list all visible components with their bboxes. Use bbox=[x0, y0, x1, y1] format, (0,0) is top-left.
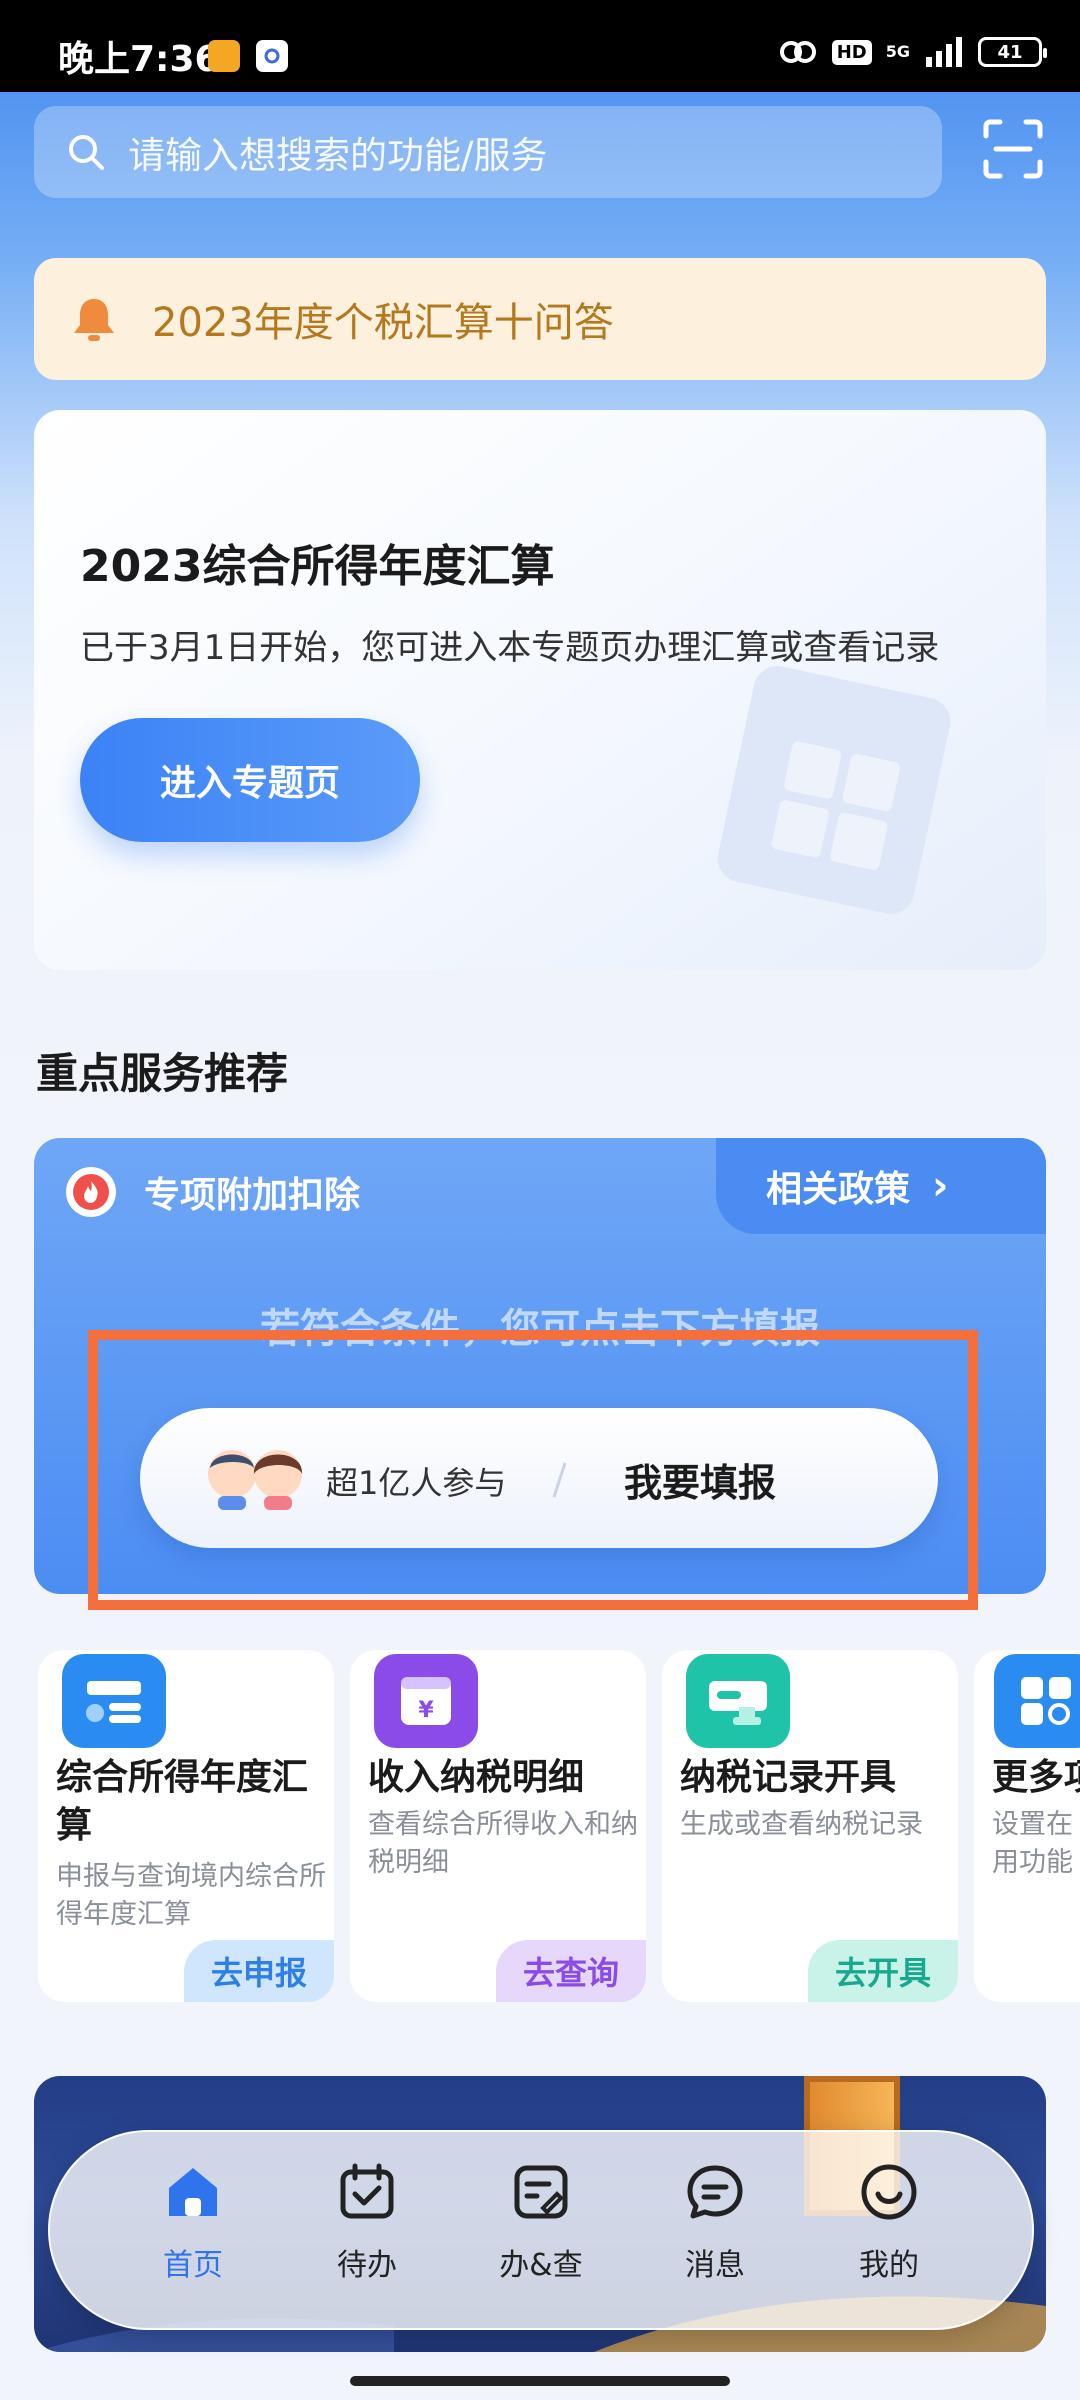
network-label: 5G bbox=[885, 42, 910, 61]
nav-label: 我的 bbox=[859, 2248, 919, 2283]
nav-label: 消息 bbox=[685, 2248, 745, 2283]
related-policy-link[interactable]: 相关政策 › bbox=[716, 1138, 1046, 1234]
nav-todo[interactable]: 待办 bbox=[292, 2160, 442, 2310]
tile-tax-record[interactable]: 纳税记录开具 生成或查看纳税记录 去开具 bbox=[662, 1650, 958, 2002]
tile-annual-settlement[interactable]: 综合所得年度汇算 申报与查询境内综合所得年度汇算 去申报 bbox=[38, 1650, 334, 2002]
tile-description: 申报与查询境内综合所得年度汇算 bbox=[56, 1861, 326, 1930]
service-tiles: 综合所得年度汇算 申报与查询境内综合所得年度汇算 去申报 ¥ 收入纳税明细 查看… bbox=[0, 1650, 1080, 2010]
card-description: 已于3月1日开始，您可进入本专题页办理汇算或查看记录 bbox=[80, 628, 940, 668]
nav-handle-query[interactable]: 办&查 bbox=[466, 2160, 616, 2310]
tile-income-details[interactable]: ¥ 收入纳税明细 查看综合所得收入和纳税明细 去查询 bbox=[350, 1650, 646, 2002]
hd-badge: HD bbox=[831, 39, 872, 65]
declaration-icon bbox=[62, 1654, 166, 1748]
nav-label: 首页 bbox=[163, 2248, 223, 2283]
tile-description: 设置在用功能 bbox=[992, 1809, 1073, 1878]
tile-more[interactable]: 更多项 设置在用功能 bbox=[974, 1650, 1080, 2002]
annual-settlement-card: 2023综合所得年度汇算 已于3月1日开始，您可进入本专题页办理汇算或查看记录 … bbox=[34, 410, 1046, 970]
battery-indicator: 41 bbox=[978, 37, 1047, 67]
promo-tag: 专项附加扣除 bbox=[66, 1166, 360, 1218]
card-title: 2023综合所得年度汇算 bbox=[80, 541, 555, 592]
edit-doc-icon bbox=[514, 2165, 568, 2219]
tile-title: 收入纳税明细 bbox=[368, 1757, 585, 1798]
notice-banner[interactable]: 2023年度个税汇算十问答 bbox=[34, 258, 1046, 380]
enter-topic-button[interactable]: 进入专题页 bbox=[80, 718, 420, 842]
promo-tag-label: 专项附加扣除 bbox=[144, 1175, 361, 1216]
tile-title: 更多项 bbox=[992, 1757, 1080, 1798]
go-issue-button[interactable]: 去开具 bbox=[808, 1940, 958, 2002]
status-bar: 晚上7:36 HD 5G 41 bbox=[0, 0, 1080, 92]
search-input[interactable]: 请输入想搜索的功能/服务 bbox=[34, 106, 942, 198]
smile-icon bbox=[861, 2164, 917, 2220]
nav-messages[interactable]: 消息 bbox=[640, 2160, 790, 2310]
nav-profile[interactable]: 我的 bbox=[814, 2160, 964, 2310]
scan-icon bbox=[983, 119, 1043, 179]
tile-title: 纳税记录开具 bbox=[680, 1757, 897, 1798]
search-placeholder: 请输入想搜索的功能/服务 bbox=[128, 134, 548, 177]
svg-text:¥: ¥ bbox=[418, 1698, 434, 1723]
bottom-navigation: 首页 待办 办&查 消息 我的 bbox=[48, 2130, 1034, 2330]
grid-icon bbox=[994, 1654, 1080, 1748]
nav-label: 待办 bbox=[337, 2248, 397, 2283]
nav-home[interactable]: 首页 bbox=[118, 2160, 268, 2310]
status-time: 晚上7:36 bbox=[58, 39, 220, 80]
policy-link-label: 相关政策 bbox=[766, 1169, 911, 1210]
bell-icon bbox=[74, 299, 114, 341]
highlight-box bbox=[88, 1330, 978, 1610]
calendar-check-icon bbox=[340, 2163, 394, 2219]
flame-icon bbox=[73, 1174, 109, 1210]
chevron-right-icon: › bbox=[932, 1163, 949, 1209]
flame-icon-wrap bbox=[66, 1167, 116, 1217]
notification-app-icon bbox=[208, 40, 240, 72]
tile-title: 综合所得年度汇算 bbox=[56, 1757, 309, 1846]
hotspot-icon bbox=[779, 41, 816, 63]
go-declare-button[interactable]: 去申报 bbox=[184, 1940, 334, 2002]
search-icon bbox=[69, 135, 104, 170]
signal-icon bbox=[926, 37, 962, 67]
stamp-icon bbox=[686, 1654, 790, 1748]
message-icon bbox=[687, 2165, 743, 2219]
scan-button[interactable] bbox=[982, 118, 1044, 180]
home-indicator[interactable] bbox=[350, 2376, 730, 2386]
home-icon bbox=[169, 2168, 217, 2216]
notice-text: 2023年度个税汇算十问答 bbox=[152, 300, 614, 346]
status-indicators: HD 5G 41 bbox=[778, 34, 1047, 70]
tile-description: 生成或查看纳税记录 bbox=[680, 1809, 923, 1840]
go-query-button[interactable]: 去查询 bbox=[496, 1940, 646, 2002]
notification-settings-icon bbox=[256, 40, 288, 72]
tile-description: 查看综合所得收入和纳税明细 bbox=[368, 1809, 638, 1878]
section-title: 重点服务推荐 bbox=[36, 1049, 289, 1098]
income-icon: ¥ bbox=[374, 1654, 478, 1748]
document-decoration-icon bbox=[717, 666, 951, 914]
nav-label: 办&查 bbox=[499, 2248, 583, 2283]
